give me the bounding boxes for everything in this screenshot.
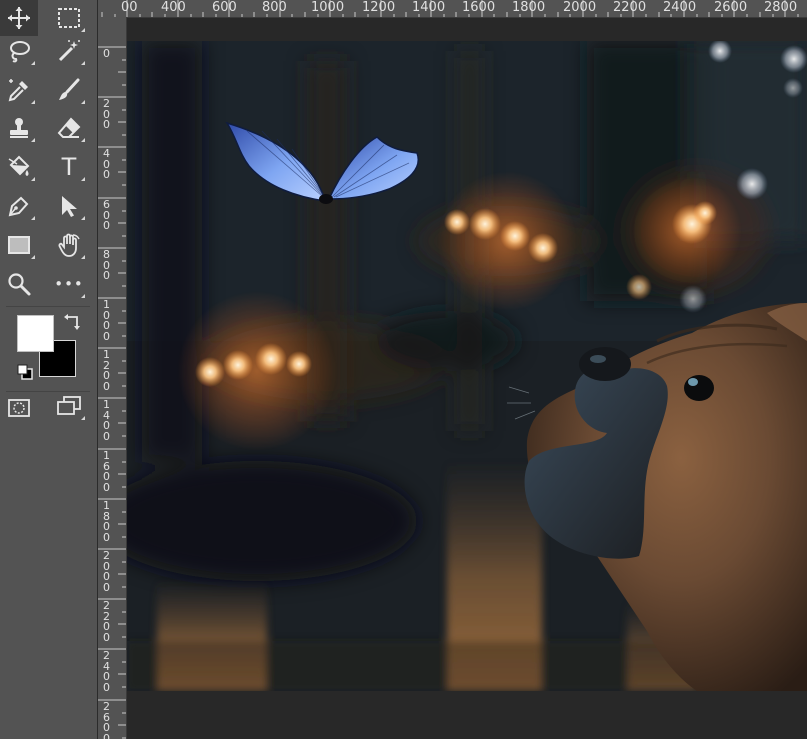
document-workspace[interactable] xyxy=(127,18,807,739)
horizontal-ruler[interactable]: 00 400 600 800 1000 1200 1400 1600 1800 … xyxy=(98,0,807,18)
pen-icon xyxy=(8,196,29,217)
ruler-label: 400 xyxy=(103,147,110,181)
ruler-label: 2400 xyxy=(663,0,697,15)
screen-mode[interactable] xyxy=(50,388,88,424)
ruler-label: 1000 xyxy=(103,298,110,343)
ruler-label: 600 xyxy=(212,0,237,15)
ruler-label: 2200 xyxy=(613,0,647,15)
tool-group-indicator xyxy=(31,138,35,142)
rectangle-icon xyxy=(8,236,30,254)
ruler-label: 1800 xyxy=(103,499,110,544)
ruler-label: 400 xyxy=(161,0,186,15)
ruler-label: 1000 xyxy=(311,0,345,15)
tool-group-indicator xyxy=(81,177,85,181)
tools-panel: T ••• xyxy=(0,0,98,739)
tool-group-indicator xyxy=(81,416,85,420)
swap-colors-icon[interactable] xyxy=(63,313,83,333)
pen-tool[interactable] xyxy=(0,188,38,224)
rectangular-marquee-tool[interactable] xyxy=(50,0,88,36)
ruler-label: 2200 xyxy=(103,599,110,644)
lasso-tool[interactable] xyxy=(0,33,38,69)
tool-group-indicator xyxy=(81,294,85,298)
ruler-label: 2000 xyxy=(563,0,597,15)
document-canvas[interactable] xyxy=(127,41,807,691)
tool-group-indicator xyxy=(81,255,85,259)
default-colors-icon[interactable] xyxy=(17,364,33,380)
magic-wand-tool[interactable] xyxy=(50,33,88,69)
ruler-label: 2600 xyxy=(103,700,110,739)
marquee-icon xyxy=(58,8,80,28)
magic-wand-icon xyxy=(58,40,80,62)
more-icon: ••• xyxy=(54,275,84,293)
hand-tool[interactable] xyxy=(50,227,88,263)
ruler-label: 200 xyxy=(103,97,110,131)
ruler-label: 1800 xyxy=(512,0,546,15)
type-icon: T xyxy=(61,153,77,181)
paint-bucket-icon xyxy=(8,155,30,176)
ruler-label: 1200 xyxy=(103,348,110,393)
ruler-label: 00 xyxy=(121,0,138,15)
toolbar-divider xyxy=(6,306,90,307)
eyedropper-tool[interactable] xyxy=(0,72,38,108)
zoom-tool[interactable] xyxy=(0,266,38,302)
brush-tool[interactable] xyxy=(50,72,88,108)
hand-icon xyxy=(58,233,80,257)
ruler-label: 2000 xyxy=(103,549,110,594)
foreground-color-swatch[interactable] xyxy=(17,315,54,352)
ruler-label: 800 xyxy=(262,0,287,15)
stamp-icon xyxy=(10,118,28,138)
tool-group-indicator xyxy=(31,216,35,220)
quick-mask[interactable] xyxy=(0,390,38,426)
paint-bucket-tool[interactable] xyxy=(0,149,38,185)
lasso-icon xyxy=(10,41,30,63)
ruler-label: 600 xyxy=(103,198,110,232)
ruler-label: 800 xyxy=(103,248,110,282)
quick-mask-icon xyxy=(8,399,30,417)
rectangle-tool[interactable] xyxy=(0,227,38,263)
arrow-icon xyxy=(62,196,77,217)
ruler-label: 2600 xyxy=(714,0,748,15)
ruler-label: 1600 xyxy=(462,0,496,15)
ruler-label: 1400 xyxy=(103,398,110,443)
ruler-ticks xyxy=(101,0,799,17)
edit-toolbar[interactable]: ••• xyxy=(50,266,88,302)
eyedropper-icon xyxy=(8,79,28,102)
tool-group-indicator xyxy=(31,61,35,65)
tool-group-indicator xyxy=(31,255,35,259)
ruler-label: 0 xyxy=(103,47,110,60)
eraser-tool[interactable] xyxy=(50,110,88,146)
tool-group-indicator xyxy=(81,216,85,220)
ruler-label: 1600 xyxy=(103,449,110,494)
zoom-icon xyxy=(8,273,31,296)
move-tool[interactable] xyxy=(0,0,38,36)
tool-group-indicator xyxy=(31,100,35,104)
brush-icon xyxy=(59,78,80,100)
type-tool[interactable]: T xyxy=(50,149,88,185)
screen-mode-icon xyxy=(57,396,81,415)
move-icon xyxy=(8,7,30,29)
eraser-icon xyxy=(57,117,81,138)
tool-group-indicator xyxy=(31,177,35,181)
canvas-image xyxy=(127,41,807,691)
tool-group-indicator xyxy=(81,61,85,65)
clone-stamp-tool[interactable] xyxy=(0,110,38,146)
tool-group-indicator xyxy=(81,100,85,104)
ruler-label: 1200 xyxy=(362,0,396,15)
ruler-label: 1400 xyxy=(412,0,446,15)
ruler-label: 2800 xyxy=(764,0,798,15)
path-selection-tool[interactable] xyxy=(50,188,88,224)
ruler-label: 2400 xyxy=(103,649,110,694)
tool-group-indicator xyxy=(81,28,85,32)
tool-group-indicator xyxy=(81,138,85,142)
vertical-ruler[interactable]: 0 200 400 600 800 1000 1200 1400 1600 1800 2000 220… xyxy=(98,17,127,739)
